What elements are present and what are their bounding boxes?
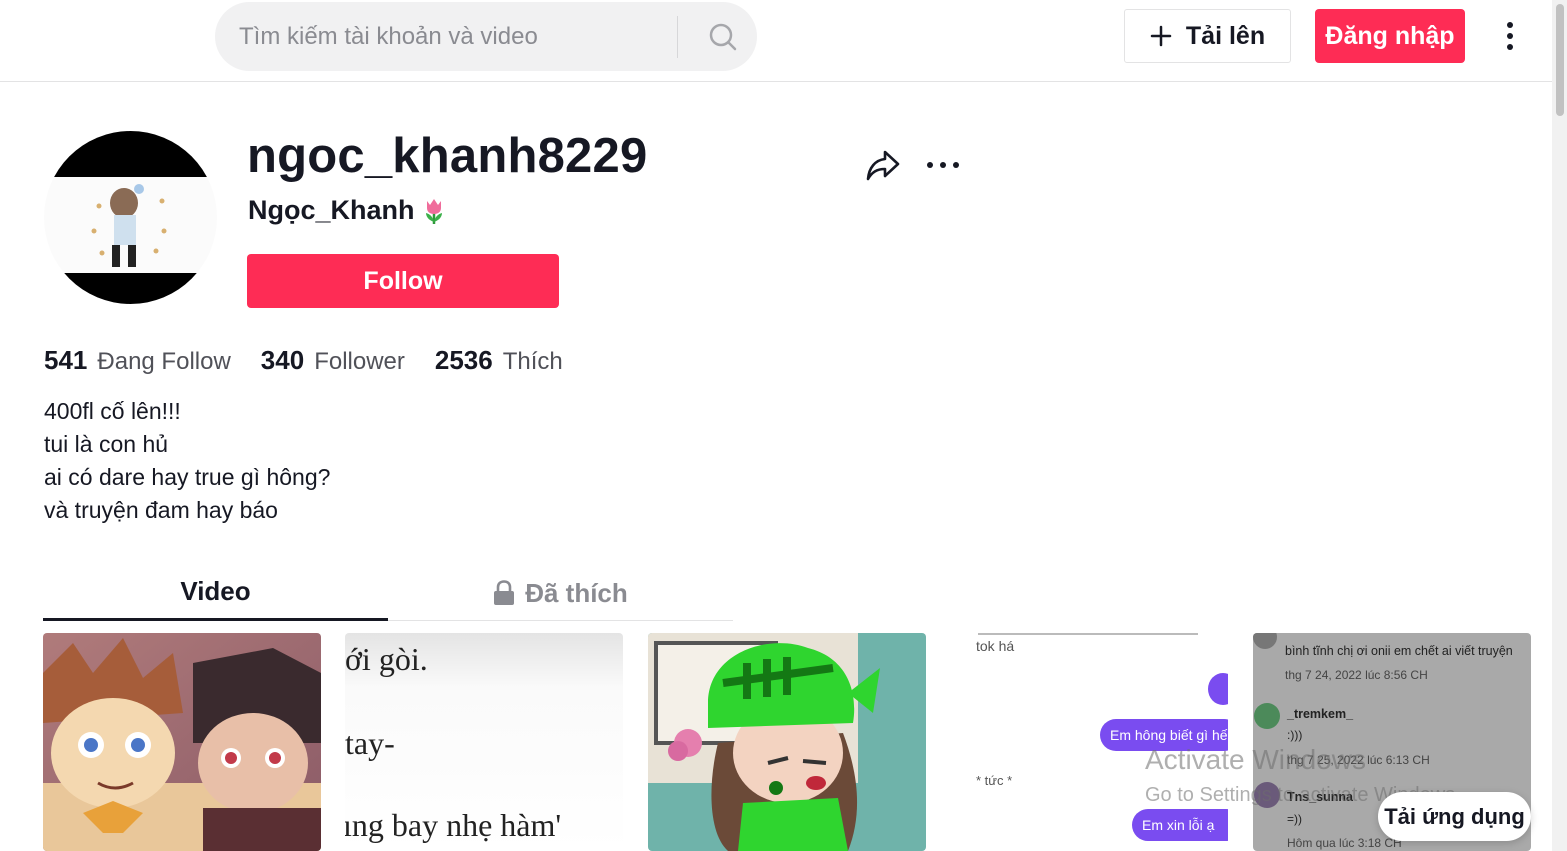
stat-label: Thích <box>502 348 563 375</box>
stat-value: 2536 <box>434 345 493 375</box>
thumb-text: Em hông biết gì hế <box>1110 727 1228 743</box>
tab-label: Video <box>180 576 251 606</box>
bio-line: tui là con hủ <box>44 431 169 457</box>
share-button[interactable] <box>864 146 902 184</box>
search-icon <box>709 23 737 50</box>
search-button[interactable] <box>689 2 757 71</box>
tab-liked[interactable]: Đã thích <box>388 565 733 621</box>
thumb-text: Em xin lỗi ạ <box>1142 817 1215 833</box>
search-bar <box>215 2 757 71</box>
nickname-text: Ngọc_Khanh <box>248 195 415 225</box>
stat-following[interactable]: 541 Đang Follow <box>44 345 231 376</box>
horizontal-dots-icon <box>927 162 959 168</box>
tab-label: Đã thích <box>525 577 628 608</box>
stat-label: Follower <box>314 348 405 375</box>
stat-followers[interactable]: 340 Follower <box>261 345 405 376</box>
stat-label: Đang Follow <box>97 348 231 375</box>
video-thumbnail[interactable] <box>43 633 321 851</box>
profile-tabs: Video Đã thích <box>43 565 733 621</box>
scrollbar-thumb[interactable] <box>1556 4 1564 116</box>
stat-value: 340 <box>260 345 305 375</box>
profile-nickname: Ngọc_Khanh <box>248 195 449 226</box>
lock-icon <box>494 580 515 605</box>
stat-value: 541 <box>44 345 88 375</box>
thumb-text: Hôm qua lúc 3:18 CH <box>1287 836 1402 850</box>
thumb-text: bình tĩnh chị ơi onii em chết ai viết tr… <box>1285 644 1513 658</box>
video-thumbnail-image <box>43 633 321 851</box>
bio-line: ai có dare hay true gì hông? <box>44 464 331 490</box>
video-thumbnail[interactable]: ới gòi. tay- ıng bay nhẹ hàm' <box>345 633 623 851</box>
profile-stats: 541 Đang Follow 340 Follower 2536 Thích <box>44 345 563 376</box>
video-thumbnail-image: ới gòi. tay- ıng bay nhẹ hàm' <box>345 633 623 851</box>
thumb-text: _tremkem_ <box>1286 707 1354 721</box>
upload-button[interactable]: Tải lên <box>1124 9 1291 63</box>
stat-likes: 2536 Thích <box>435 345 563 376</box>
upload-label: Tải lên <box>1185 21 1266 50</box>
thumb-text: thg 7 24, 2022 lúc 8:56 CH <box>1285 668 1428 682</box>
profile-more-button[interactable] <box>924 148 962 182</box>
plus-icon <box>1150 25 1172 47</box>
thumb-text: Tns_sunna <box>1287 790 1354 804</box>
profile-username: ngoc_khanh8229 <box>247 129 648 183</box>
search-input[interactable] <box>239 2 659 71</box>
video-thumbnail-image: tok há Em hông biết gì hế * tức * Em xin… <box>950 633 1228 851</box>
avatar <box>44 131 217 304</box>
vertical-dots-icon <box>1507 22 1513 50</box>
thumb-text: thg 7 25, 2022 lúc 6:13 CH <box>1287 753 1430 767</box>
bio-line: và truyện đam hay báo <box>44 497 278 523</box>
top-bar: Tải lên Đăng nhập <box>0 0 1552 82</box>
thumb-text: ıng bay nhẹ hàm' <box>345 807 561 843</box>
page-scrollbar[interactable] <box>1552 0 1567 851</box>
thumb-text: =)) <box>1287 812 1302 826</box>
share-icon <box>866 150 900 181</box>
follow-button[interactable]: Follow <box>247 254 559 308</box>
get-app-button[interactable]: Tải ứng dụng <box>1378 792 1531 841</box>
profile-bio: 400fl cố lên!!! tui là con hủ ai có dare… <box>44 395 330 527</box>
thumb-text: ới gòi. <box>345 641 428 677</box>
tulip-icon <box>425 198 442 224</box>
more-menu-button[interactable] <box>1492 16 1528 56</box>
thumb-text: tay- <box>345 725 395 761</box>
video-thumbnail-image <box>648 633 926 851</box>
thumb-text: :))) <box>1287 728 1302 742</box>
thumb-text: tok há <box>976 638 1014 654</box>
video-thumbnail[interactable] <box>648 633 926 851</box>
video-thumbnail[interactable]: tok há Em hông biết gì hế * tức * Em xin… <box>950 633 1228 851</box>
search-divider <box>677 16 678 58</box>
thumb-text: * tức * <box>976 773 1012 788</box>
bio-line: 400fl cố lên!!! <box>44 398 181 424</box>
login-button[interactable]: Đăng nhập <box>1315 9 1465 63</box>
tab-videos[interactable]: Video <box>43 565 388 621</box>
avatar-image <box>44 131 217 304</box>
video-grid: ới gòi. tay- ıng bay nhẹ hàm' tok há Em … <box>43 633 1532 851</box>
